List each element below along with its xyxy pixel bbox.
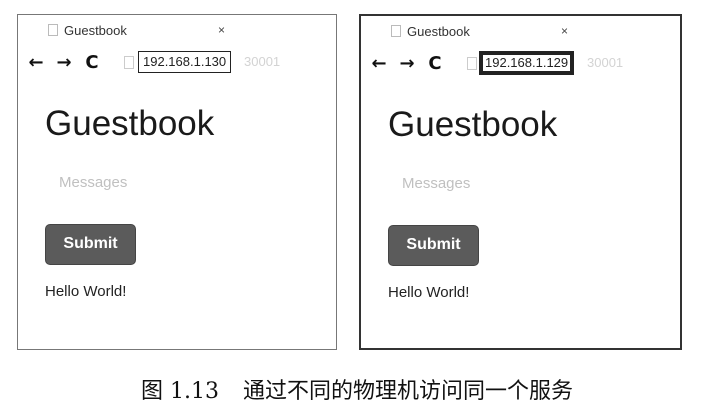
- back-arrow-icon[interactable]: ←: [365, 53, 393, 74]
- url-port-ghost: 30001: [587, 55, 624, 70]
- tab-title: Guestbook: [407, 23, 470, 39]
- browser-tab[interactable]: Guestbook ×: [48, 15, 233, 45]
- browser-window-right: Guestbook × ← → C 192.168.1.129 30001 Gu…: [359, 14, 682, 350]
- forward-arrow-icon[interactable]: →: [50, 52, 78, 73]
- figure-number: 图 1.13: [141, 379, 219, 404]
- message-input[interactable]: [388, 172, 658, 195]
- browser-tab[interactable]: Guestbook ×: [391, 16, 576, 46]
- browser-toolbar: ← → C 192.168.1.129 30001: [361, 48, 680, 78]
- close-tab-icon[interactable]: ×: [218, 23, 225, 37]
- address-bar[interactable]: 192.168.1.130 30001: [124, 51, 336, 73]
- page-icon: [48, 24, 58, 36]
- figure-caption: 图 1.13 通过不同的物理机访问同一个服务: [0, 373, 714, 405]
- url-text[interactable]: 192.168.1.130: [138, 51, 232, 73]
- page-icon: [124, 56, 134, 69]
- submit-button[interactable]: Submit: [388, 224, 479, 266]
- address-bar[interactable]: 192.168.1.129 30001: [467, 51, 680, 75]
- back-arrow-icon[interactable]: ←: [22, 52, 50, 73]
- tab-title: Guestbook: [64, 22, 127, 38]
- reload-icon[interactable]: C: [421, 53, 449, 74]
- page-icon: [391, 25, 401, 37]
- browser-window-left: Guestbook × ← → C 192.168.1.130 30001 Gu…: [17, 14, 337, 350]
- guestbook-entry: Hello World!: [388, 283, 470, 301]
- forward-arrow-icon[interactable]: →: [393, 53, 421, 74]
- guestbook-entry: Hello World!: [45, 282, 127, 300]
- url-port-ghost: 30001: [244, 54, 281, 69]
- page-content: Guestbook Submit Hello World!: [388, 105, 670, 301]
- page-title: Guestbook: [45, 104, 215, 143]
- reload-icon[interactable]: C: [78, 52, 106, 73]
- url-text[interactable]: 192.168.1.129: [479, 51, 575, 75]
- page-title: Guestbook: [388, 105, 558, 144]
- caption-text: 通过不同的物理机访问同一个服务: [242, 379, 573, 404]
- browser-toolbar: ← → C 192.168.1.130 30001: [18, 47, 336, 77]
- submit-button[interactable]: Submit: [45, 223, 136, 265]
- page-icon: [467, 57, 477, 70]
- message-input[interactable]: [45, 171, 315, 194]
- close-tab-icon[interactable]: ×: [561, 24, 568, 38]
- page-content: Guestbook Submit Hello World!: [45, 104, 326, 300]
